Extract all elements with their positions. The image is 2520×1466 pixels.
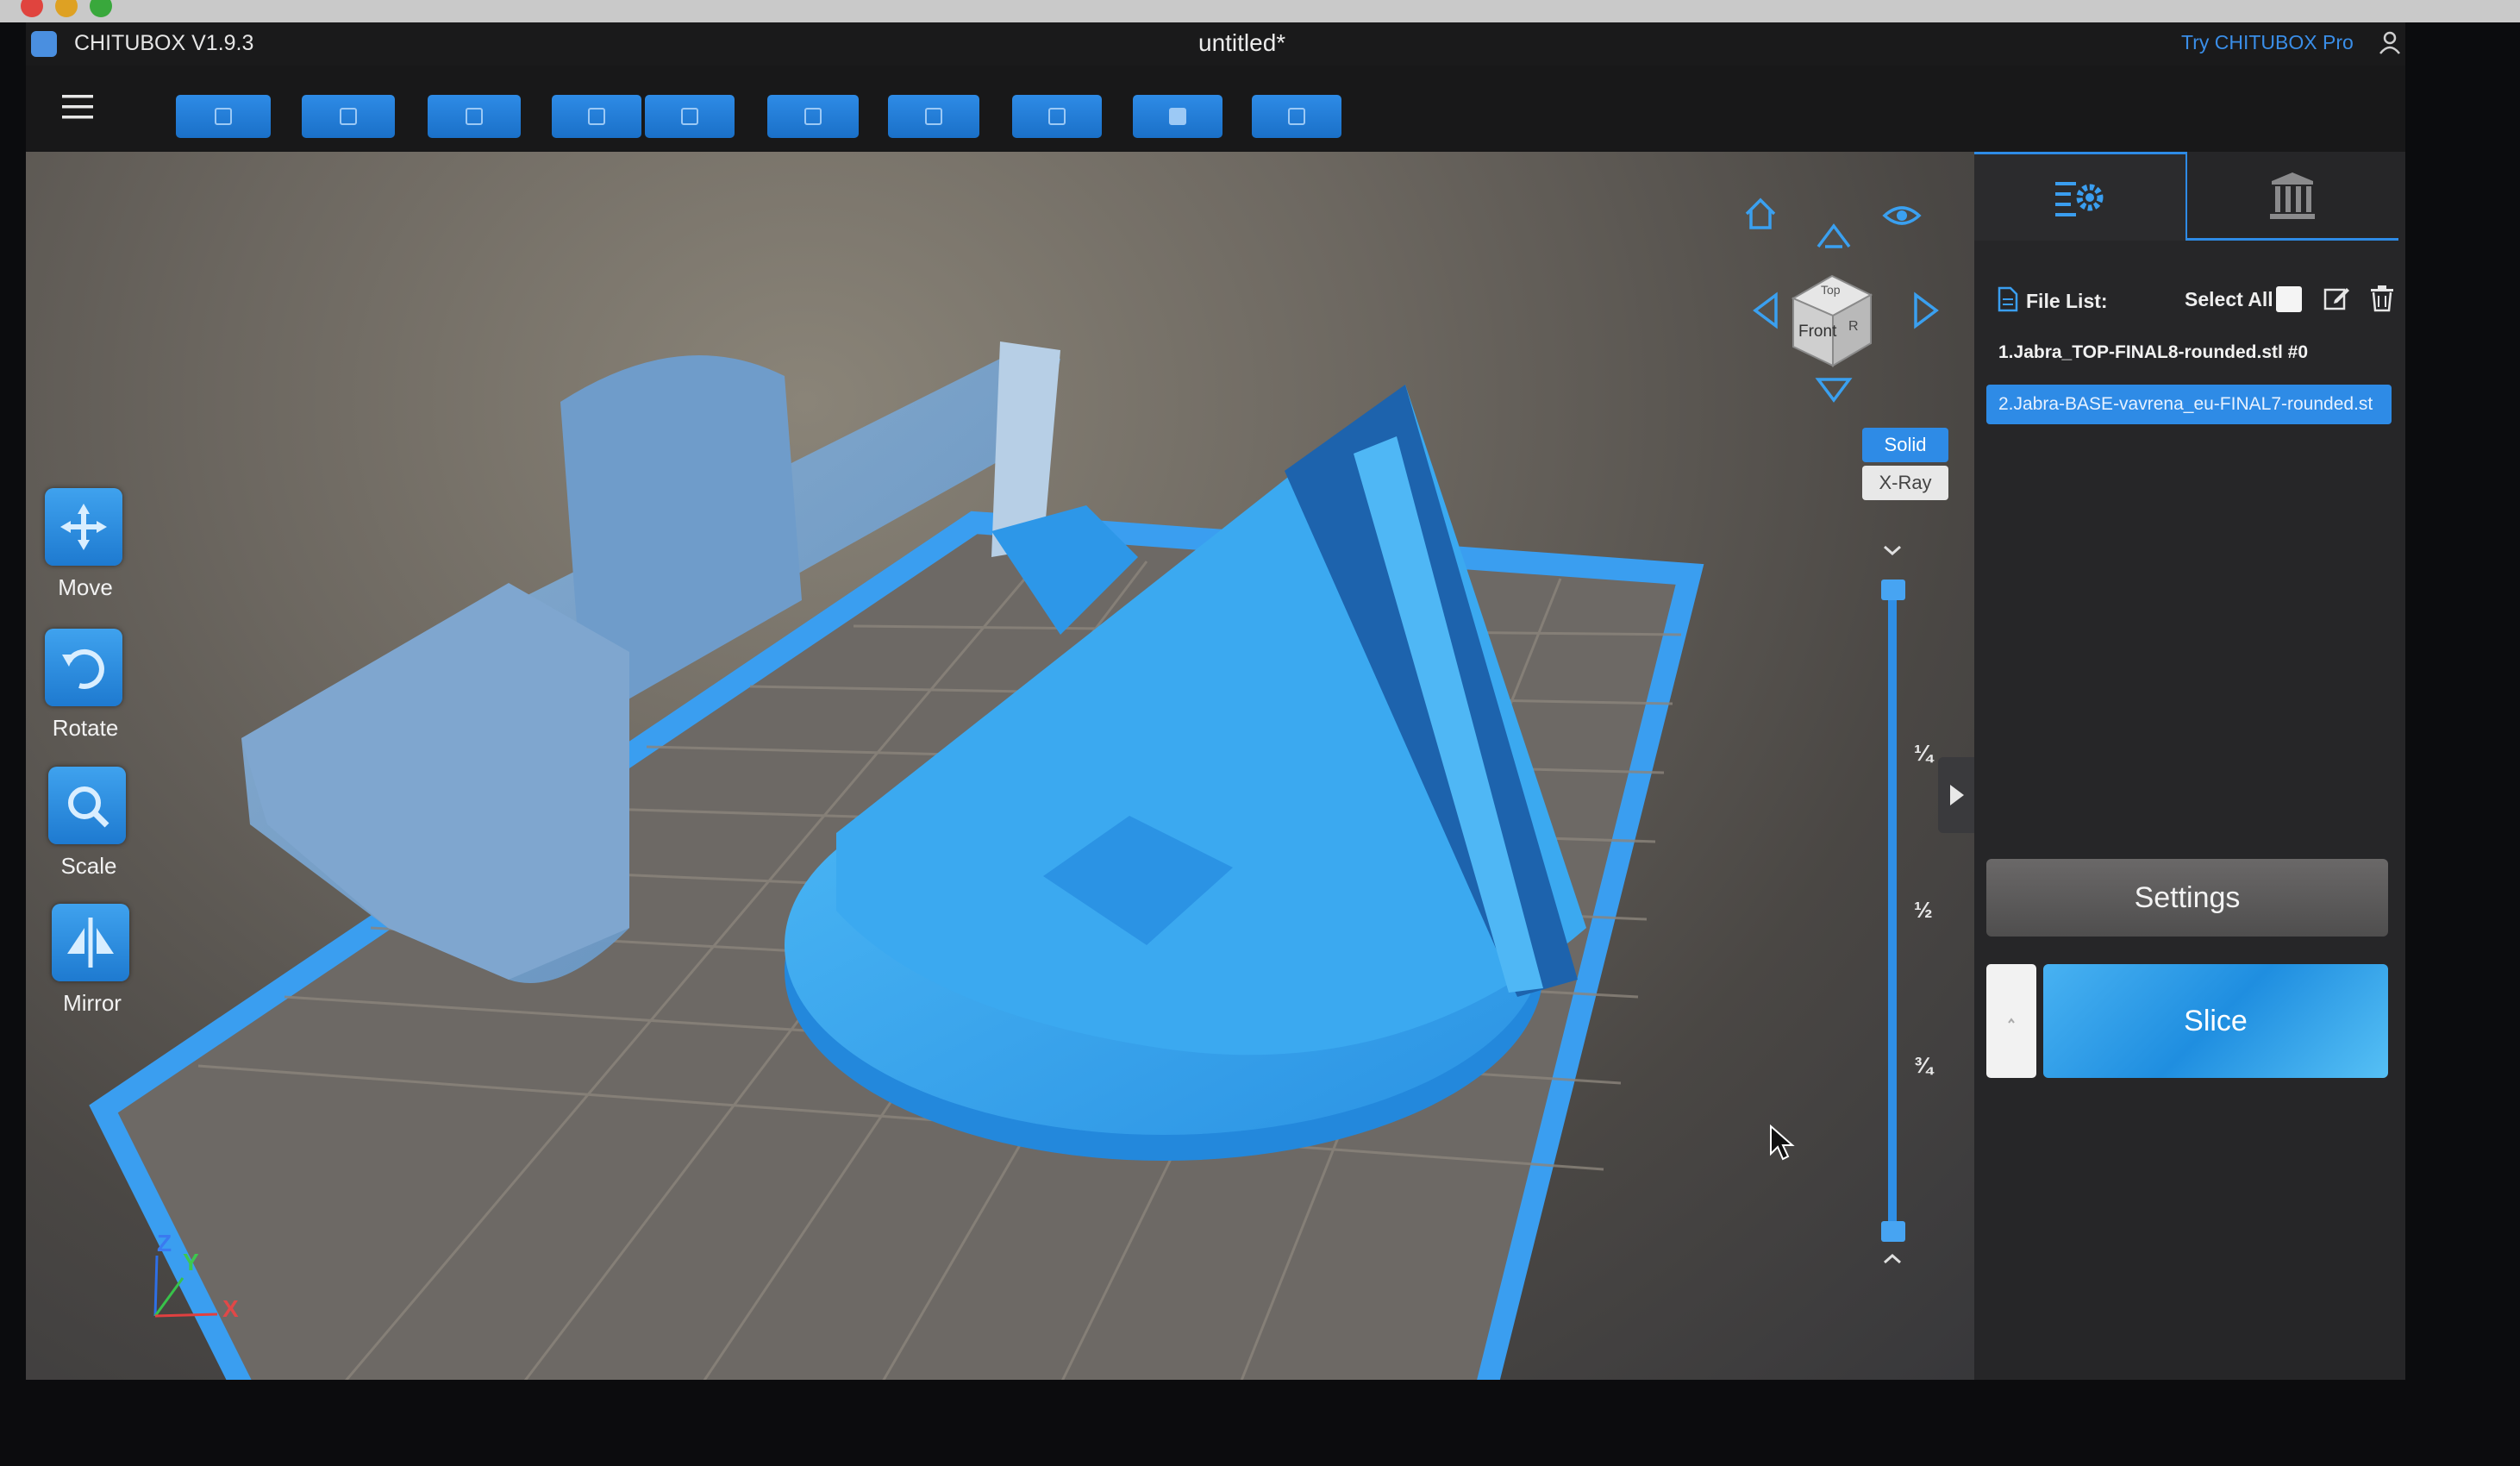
undo-icon[interactable]	[552, 95, 641, 138]
caret-up-icon	[2008, 1018, 2015, 1024]
panel-collapse-tab[interactable]	[1938, 757, 1974, 833]
scale-icon[interactable]	[48, 767, 126, 844]
visibility-eye-icon[interactable]	[1881, 200, 1923, 231]
file-icon	[1998, 286, 2018, 312]
view-cube-right-face[interactable]: R	[1848, 319, 1859, 335]
main-toolbar	[26, 66, 2405, 152]
axis-y-label: Y	[183, 1249, 199, 1275]
auto-layout-icon[interactable]	[428, 95, 521, 138]
caret-right-icon	[1950, 785, 1964, 805]
edit-icon[interactable]	[2323, 285, 2350, 312]
select-all-label: Select All	[2185, 288, 2273, 310]
title-bar: CHITUBOX V1.9.3 untitled* Try CHITUBOX P…	[26, 22, 2405, 66]
save-icon[interactable]	[302, 95, 395, 138]
file-list-label: File List:	[2026, 290, 2108, 312]
layer-slider-bottom-handle[interactable]	[1881, 1221, 1905, 1242]
support-icon[interactable]	[1012, 95, 1102, 138]
rotate-right-arrow-icon[interactable]	[1910, 291, 1942, 329]
layer-slider-collapse-icon[interactable]	[1879, 540, 1905, 561]
home-view-icon[interactable]	[1741, 195, 1779, 233]
hollow-icon[interactable]	[1133, 95, 1222, 138]
solid-view-button[interactable]: Solid	[1862, 428, 1948, 462]
try-pro-link[interactable]: Try CHITUBOX Pro	[2181, 31, 2354, 54]
user-icon[interactable]	[2375, 28, 2404, 57]
mac-menu-bar	[0, 0, 2520, 22]
tab-supports[interactable]	[2187, 152, 2398, 241]
scale-tool-label: Scale	[60, 853, 117, 879]
minimize-window-icon[interactable]	[55, 0, 78, 17]
rotate-up-arrow-icon[interactable]	[1815, 221, 1853, 252]
slice-options-toggle[interactable]	[1986, 964, 2036, 1078]
layer-mark-quarter: ¼	[1914, 740, 1933, 766]
tab-settings[interactable]	[1974, 152, 2187, 241]
redo-icon[interactable]	[645, 95, 735, 138]
layer-slider-top-handle[interactable]	[1881, 580, 1905, 600]
delete-trash-icon[interactable]	[2369, 285, 2395, 312]
app-name: CHITUBOX V1.9.3	[74, 31, 254, 55]
layer-mark-three-quarter: ¾	[1914, 1052, 1933, 1078]
open-file-icon[interactable]	[176, 95, 271, 138]
document-title: untitled*	[1198, 29, 1286, 56]
settings-list-icon	[2055, 182, 2104, 216]
axis-x-label: X	[222, 1295, 239, 1322]
move-tool-label: Move	[58, 574, 113, 600]
file-list-item[interactable]: 1.Jabra_TOP-FINAL8-rounded.stl #0	[1986, 333, 2392, 373]
rotate-icon[interactable]	[45, 629, 122, 706]
app-logo-icon	[31, 31, 57, 57]
settings-button[interactable]: Settings	[1986, 859, 2388, 937]
view-cube-top-face[interactable]: Top	[1821, 283, 1841, 297]
app-window: CHITUBOX V1.9.3 untitled* Try CHITUBOX P…	[26, 22, 2405, 1402]
scene-canvas	[89, 341, 1704, 1402]
layer-mark-half: ½	[1914, 897, 1933, 923]
scale-tool[interactable]: Scale	[48, 767, 134, 880]
layer-slider-track[interactable]	[1888, 583, 1897, 1230]
select-all-checkbox[interactable]	[2276, 286, 2302, 312]
move-icon[interactable]	[45, 488, 122, 566]
cut-icon[interactable]	[888, 95, 979, 138]
close-window-icon[interactable]	[21, 0, 43, 17]
screen-bezel-bottom	[0, 1380, 2520, 1466]
mirror-icon[interactable]	[52, 904, 129, 981]
xray-view-button[interactable]: X-Ray	[1862, 466, 1948, 500]
right-panel: File List: Select All 1.Jabra_TOP-FINAL8…	[1974, 152, 2405, 1402]
rotate-down-arrow-icon[interactable]	[1815, 374, 1853, 405]
file-list-header: File List: Select All	[1992, 281, 2397, 316]
copy-icon[interactable]	[767, 95, 859, 138]
rotate-tool[interactable]: Rotate	[45, 629, 131, 742]
rotate-tool-label: Rotate	[52, 715, 119, 741]
maximize-window-icon[interactable]	[90, 0, 112, 17]
hamburger-menu-icon[interactable]	[60, 91, 95, 122]
supports-pillar-icon	[2270, 172, 2315, 219]
slice-button[interactable]: Slice	[2043, 964, 2388, 1078]
rotate-left-arrow-icon[interactable]	[1750, 291, 1781, 329]
layer-slider-expand-icon[interactable]	[1879, 1249, 1905, 1269]
view-cube[interactable]: Top Front R	[1785, 264, 1879, 367]
move-tool[interactable]: Move	[45, 488, 131, 601]
mouse-cursor-icon	[1770, 1125, 1795, 1161]
axis-gizmo: Z Y X	[121, 1230, 259, 1333]
view-cube-front-face[interactable]: Front	[1798, 323, 1836, 341]
mirror-tool[interactable]: Mirror	[52, 904, 138, 1017]
3d-viewport[interactable]: Move Rotate Scale Mirror Top Front R Sol…	[26, 152, 1974, 1402]
mirror-tool-label: Mirror	[63, 990, 122, 1016]
file-list-item-selected[interactable]: 2.Jabra-BASE-vavrena_eu-FINAL7-rounded.s…	[1986, 385, 2392, 424]
dig-hole-icon[interactable]	[1252, 95, 1341, 138]
axis-z-label: Z	[157, 1230, 172, 1256]
